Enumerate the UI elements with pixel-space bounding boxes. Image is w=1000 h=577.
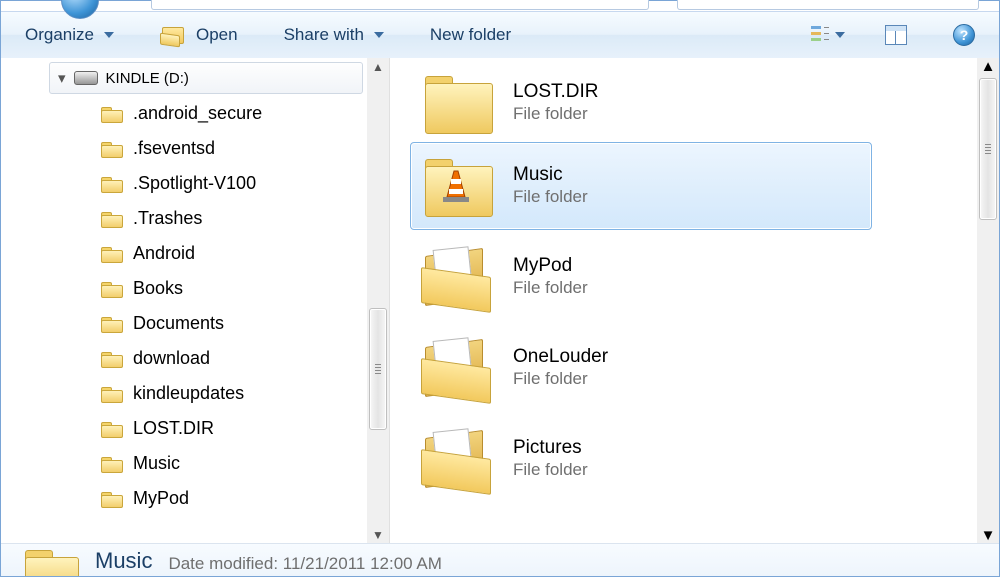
chevron-down-icon <box>104 32 114 38</box>
folder-icon <box>101 140 123 158</box>
tree-node[interactable]: .Trashes <box>13 201 389 236</box>
folder-icon <box>421 246 493 308</box>
items-scrollbar[interactable]: ▲ ▼ <box>977 58 999 546</box>
item-type: File folder <box>513 186 588 208</box>
item-type: File folder <box>513 103 599 125</box>
item-name: OneLouder <box>513 346 608 368</box>
tree-node[interactable]: .fseventsd <box>13 131 389 166</box>
open-label: Open <box>196 25 238 45</box>
scroll-thumb[interactable] <box>369 308 387 430</box>
file-item[interactable]: PicturesFile folder <box>410 415 872 503</box>
details-name: Music <box>95 548 152 574</box>
tree-drive-header[interactable]: ▾KINDLE (D:) <box>49 62 363 94</box>
tree-node[interactable]: .Spotlight-V100 <box>13 166 389 201</box>
help-icon: ? <box>953 24 975 46</box>
drive-label: KINDLE (D:) <box>106 70 189 87</box>
organize-label: Organize <box>25 25 94 45</box>
address-bar[interactable] <box>151 0 649 10</box>
nav-scrollbar[interactable]: ▲ ▼ <box>367 58 389 546</box>
open-button[interactable]: Open <box>154 20 244 50</box>
tree-node-label: download <box>133 348 210 369</box>
preview-pane-icon <box>885 25 907 45</box>
new-folder-label: New folder <box>430 25 511 45</box>
tree-node[interactable]: Music <box>13 446 389 481</box>
scroll-thumb[interactable] <box>979 78 997 220</box>
vlc-icon <box>441 169 471 203</box>
tree-node-label: Books <box>133 278 183 299</box>
tree-node-label: .Trashes <box>133 208 202 229</box>
tree-node[interactable]: kindleupdates <box>13 376 389 411</box>
command-bar: Organize Open Share with New folder ? <box>1 12 999 59</box>
item-name: Music <box>513 164 588 186</box>
folder-open-icon <box>160 24 186 46</box>
tree-node[interactable]: Android <box>13 236 389 271</box>
tree-node[interactable]: LOST.DIR <box>13 411 389 446</box>
scroll-up-icon[interactable]: ▲ <box>372 58 384 76</box>
tree-node-label: Music <box>133 453 180 474</box>
file-item[interactable]: OneLouderFile folder <box>410 324 872 412</box>
scroll-down-icon[interactable]: ▼ <box>981 527 996 544</box>
share-with-button[interactable]: Share with <box>278 21 390 49</box>
preview-pane-button[interactable] <box>879 21 913 49</box>
tree-node-label: .fseventsd <box>133 138 215 159</box>
view-list-icon <box>811 26 829 44</box>
chevron-down-icon <box>374 32 384 38</box>
tree-node[interactable]: .android_secure <box>13 96 389 131</box>
folder-icon <box>101 455 123 473</box>
address-strip <box>1 1 999 12</box>
folder-icon <box>421 155 493 217</box>
item-name: Pictures <box>513 437 588 459</box>
chevron-down-icon <box>835 32 845 38</box>
item-type: File folder <box>513 277 588 299</box>
explorer-window: Organize Open Share with New folder ? ▾K… <box>0 0 1000 577</box>
folder-icon <box>101 175 123 193</box>
folder-icon <box>421 337 493 399</box>
file-item[interactable]: MyPodFile folder <box>410 233 872 321</box>
folder-icon <box>101 420 123 438</box>
folder-icon <box>21 546 79 576</box>
new-folder-button[interactable]: New folder <box>424 21 517 49</box>
file-item[interactable]: LOST.DIRFile folder <box>410 67 872 139</box>
folder-icon <box>101 350 123 368</box>
folder-icon <box>101 315 123 333</box>
folder-icon <box>101 105 123 123</box>
tree-node[interactable]: Books <box>13 271 389 306</box>
share-label: Share with <box>284 25 364 45</box>
tree-node-label: .android_secure <box>133 103 262 124</box>
folder-icon <box>421 72 493 134</box>
help-button[interactable]: ? <box>947 21 981 49</box>
details-pane: Music Date modified: 11/21/2011 12:00 AM <box>1 543 999 576</box>
tree-node-label: Documents <box>133 313 224 334</box>
item-type: File folder <box>513 368 608 390</box>
folder-icon <box>101 490 123 508</box>
tree-node-label: Android <box>133 243 195 264</box>
folder-icon <box>101 385 123 403</box>
items-view[interactable]: LOST.DIRFile folderMusicFile folderMyPod… <box>390 58 999 546</box>
view-options-button[interactable] <box>811 21 845 49</box>
tree-node[interactable]: MyPod <box>13 481 389 516</box>
nav-pane: ▾KINDLE (D:) .android_secure .fseventsd .Sp… <box>1 58 390 546</box>
folder-icon <box>101 210 123 228</box>
drive-icon <box>74 71 98 85</box>
scroll-up-icon[interactable]: ▲ <box>981 58 996 75</box>
details-date-modified: Date modified: 11/21/2011 12:00 AM <box>168 554 441 574</box>
scroll-down-icon[interactable]: ▼ <box>372 526 384 544</box>
tree-node-label: MyPod <box>133 488 189 509</box>
tree-node-label: kindleupdates <box>133 383 244 404</box>
tree-node[interactable]: Documents <box>13 306 389 341</box>
search-box[interactable] <box>677 0 979 10</box>
folder-icon <box>101 280 123 298</box>
file-item[interactable]: MusicFile folder <box>410 142 872 230</box>
folder-icon <box>421 428 493 490</box>
item-name: LOST.DIR <box>513 81 599 103</box>
organize-button[interactable]: Organize <box>19 21 120 49</box>
item-name: MyPod <box>513 255 588 277</box>
item-type: File folder <box>513 459 588 481</box>
tree-node[interactable]: download <box>13 341 389 376</box>
tree-node-label: LOST.DIR <box>133 418 214 439</box>
folder-icon <box>101 245 123 263</box>
tree-node-label: .Spotlight-V100 <box>133 173 256 194</box>
